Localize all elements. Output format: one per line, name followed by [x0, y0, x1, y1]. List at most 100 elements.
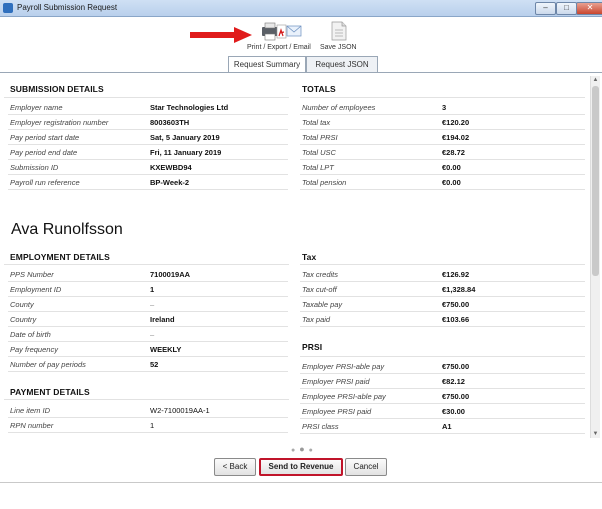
page-dot-active[interactable]: ●: [299, 444, 308, 454]
payment-details-heading: PAYMENT DETAILS: [10, 387, 90, 397]
table-row: Employee PRSI-able pay €750.00: [300, 389, 585, 404]
row-value: €1,328.84: [442, 285, 476, 294]
row-value: €126.92: [442, 270, 470, 279]
row-label: Total tax: [302, 118, 331, 127]
table-row: PPS Number 7100019AA: [8, 267, 288, 282]
app-icon: [3, 3, 13, 13]
table-row: Pay frequency WEEKLY: [8, 342, 288, 357]
request-summary-panel: SUBMISSION DETAILS Employer name Star Tec…: [4, 76, 589, 438]
row-label: Country: [10, 315, 37, 324]
table-row: Total LPT €0.00: [300, 160, 585, 175]
row-value: €28.72: [442, 148, 465, 157]
row-label: Pay period start date: [10, 133, 80, 142]
payroll-submission-window: Payroll Submission Request – □ ✕ Print /…: [0, 0, 602, 509]
print-export-email-label: Print / Export / Email: [247, 44, 311, 51]
save-json-icon: [331, 21, 347, 41]
print-export-email-button[interactable]: Print / Export / Email: [247, 21, 311, 51]
row-value: 7100019AA: [150, 270, 191, 279]
row-label: RPN number: [10, 421, 54, 430]
back-button[interactable]: < Back: [214, 458, 256, 476]
row-label: Submission ID: [10, 163, 59, 172]
table-row: Employer name Star Technologies Ltd: [8, 100, 288, 115]
vertical-scrollbar[interactable]: ▲ ▼: [590, 76, 600, 438]
table-row: Date of birth –: [8, 327, 288, 342]
page-dot[interactable]: ●: [291, 447, 299, 454]
row-value: €750.00: [442, 300, 470, 309]
table-row: PRSI class A1: [300, 419, 585, 434]
table-row: Tax paid €103.66: [300, 312, 585, 327]
minimize-button[interactable]: –: [535, 2, 556, 15]
send-to-revenue-button[interactable]: Send to Revenue: [259, 458, 343, 476]
employee-name: Ava Runolfsson: [11, 221, 123, 238]
row-value: 52: [150, 360, 159, 369]
row-value: KXEWBD94: [150, 163, 192, 172]
page-dot[interactable]: ●: [309, 447, 317, 454]
cancel-button[interactable]: Cancel: [345, 458, 387, 476]
row-value: €120.20: [442, 118, 470, 127]
prsi-table: Employer PRSI-able pay €750.00 Employer P…: [300, 359, 585, 434]
submission-details-heading: SUBMISSION DETAILS: [10, 84, 104, 94]
scroll-thumb[interactable]: [592, 86, 599, 276]
row-value: 3: [442, 103, 447, 112]
print-export-email-icon: [261, 22, 302, 41]
row-label: Employer name: [10, 103, 63, 112]
row-value: €0.00: [442, 163, 461, 172]
status-bar: [0, 483, 602, 509]
table-row: Taxable pay €750.00: [300, 297, 585, 312]
row-value: 8003603TH: [150, 118, 190, 127]
row-label: Tax credits: [302, 270, 338, 279]
row-label: Date of birth: [10, 330, 51, 339]
table-row: Number of pay periods 52: [8, 357, 288, 372]
divider: [300, 264, 585, 265]
table-row: County –: [8, 297, 288, 312]
save-json-button[interactable]: Save JSON: [320, 21, 357, 51]
row-label: Pay period end date: [10, 148, 78, 157]
row-value: –: [150, 300, 155, 309]
row-label: Employer PRSI-able pay: [302, 362, 385, 371]
divider: [4, 399, 289, 400]
save-json-label: Save JSON: [320, 44, 357, 51]
row-value: 1: [150, 421, 155, 430]
row-value: €750.00: [442, 392, 470, 401]
table-row: Pay period start date Sat, 5 January 2019: [8, 130, 288, 145]
prsi-heading: PRSI: [302, 342, 323, 352]
table-row: Tax credits €126.92: [300, 267, 585, 282]
tab-request-json[interactable]: Request JSON: [306, 56, 378, 72]
row-label: Employer registration number: [10, 118, 109, 127]
scroll-down-icon[interactable]: ▼: [592, 430, 599, 438]
table-row: Tax cut-off €1,328.84: [300, 282, 585, 297]
tab-request-summary[interactable]: Request Summary: [228, 56, 306, 73]
table-row: Country Ireland: [8, 312, 288, 327]
table-row: Total PRSI €194.02: [300, 130, 585, 145]
row-value: WEEKLY: [150, 345, 182, 354]
row-value: Fri, 11 January 2019: [150, 148, 222, 157]
table-row: Number of employees 3: [300, 100, 585, 115]
table-row: Employer registration number 8003603TH: [8, 115, 288, 130]
row-label: Line item ID: [10, 406, 51, 415]
row-label: Number of pay periods: [10, 360, 86, 369]
row-label: Payroll run reference: [10, 178, 80, 187]
table-row: RPN number 1: [8, 418, 288, 433]
divider: [300, 356, 585, 357]
row-label: Taxable pay: [302, 300, 343, 309]
row-label: Total pension: [302, 178, 347, 187]
table-row: Employment ID 1: [8, 282, 288, 297]
scroll-up-icon[interactable]: ▲: [592, 76, 599, 84]
window-title: Payroll Submission Request: [17, 3, 118, 12]
row-label: Total LPT: [302, 163, 334, 172]
row-value: Sat, 5 January 2019: [150, 133, 220, 142]
row-label: Tax paid: [302, 315, 331, 324]
row-label: Employment ID: [10, 285, 62, 294]
close-button[interactable]: ✕: [576, 2, 602, 15]
table-row: Pay period end date Fri, 11 January 2019: [8, 145, 288, 160]
tax-heading: Tax: [302, 252, 317, 262]
row-value: €103.66: [442, 315, 470, 324]
row-value: €750.00: [442, 362, 470, 371]
row-label: Total USC: [302, 148, 336, 157]
row-value: €82.12: [442, 377, 465, 386]
table-row: Employer PRSI paid €82.12: [300, 374, 585, 389]
maximize-button[interactable]: □: [556, 2, 577, 15]
row-label: Pay frequency: [10, 345, 58, 354]
table-row: Total tax €120.20: [300, 115, 585, 130]
table-row: Total USC €28.72: [300, 145, 585, 160]
